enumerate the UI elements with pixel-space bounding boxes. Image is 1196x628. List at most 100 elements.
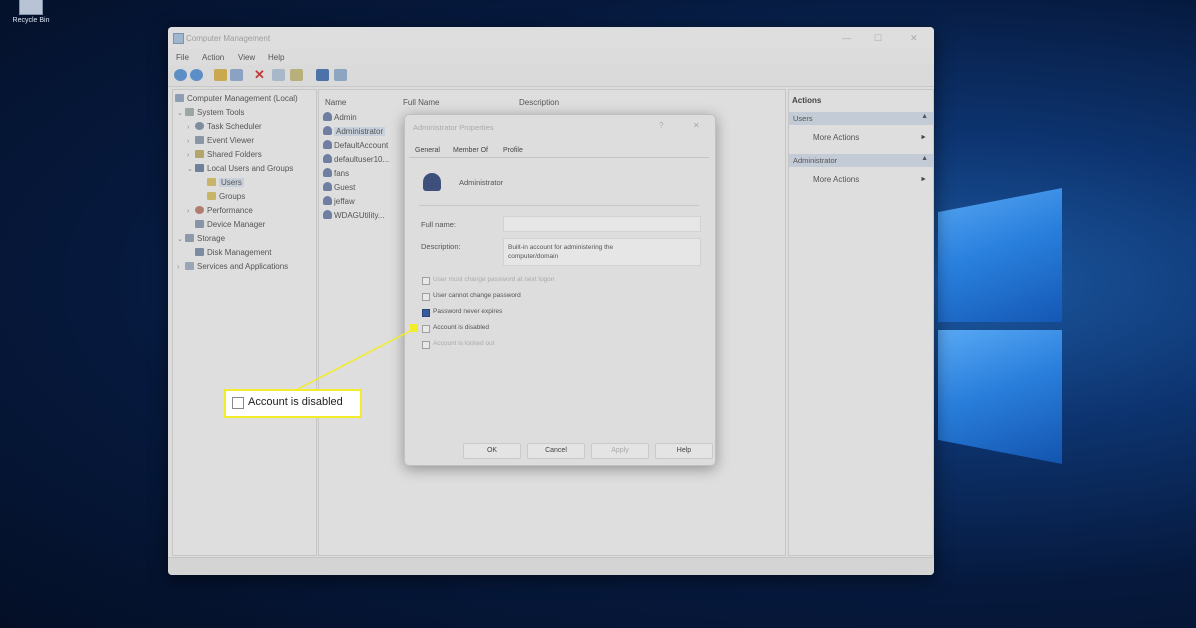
menu-file[interactable]: File [176,53,189,62]
column-header-name[interactable]: Name [325,98,346,107]
delete-icon[interactable]: ✕ [254,68,267,81]
device-manager-icon [195,220,204,228]
export-icon[interactable] [290,69,303,81]
actions-pane: Actions Users ▲ More Actions ► Administra… [788,89,934,556]
tree-event-viewer[interactable]: › Event Viewer [187,136,254,145]
cannot-change-label: User cannot change password [433,292,521,299]
menu-help[interactable]: Help [268,53,284,62]
chevron-down-icon[interactable]: ⌄ [187,165,195,173]
callout-label: Account is disabled [248,396,343,408]
column-header-full-name[interactable]: Full Name [403,98,439,107]
view-icon[interactable] [334,69,347,81]
user-icon [323,112,332,121]
user-row[interactable]: jeffaw [323,196,355,206]
windows-logo-pane-top [938,188,1062,322]
tab-general[interactable]: General [415,147,440,154]
checkbox-highlight [410,324,418,332]
full-name-field[interactable] [503,216,701,232]
tree-performance[interactable]: › Performance [187,206,253,215]
cannot-change-checkbox[interactable] [422,293,430,301]
user-row[interactable]: defaultuser10... [323,154,389,164]
chevron-right-icon[interactable]: › [177,264,185,271]
divider [419,205,699,206]
tree-root[interactable]: Computer Management (Local) [175,94,298,103]
tree-local-users-groups[interactable]: ⌄ Local Users and Groups [187,164,293,173]
user-icon [323,182,332,191]
recycle-bin-label: Recycle Bin [12,17,50,24]
chevron-right-icon[interactable]: › [187,152,195,159]
show-tree-icon[interactable] [230,69,243,81]
menu-view[interactable]: View [238,53,255,62]
tree-shared-folders[interactable]: › Shared Folders [187,150,262,159]
user-row[interactable]: Guest [323,182,355,192]
account-disabled-label: Account is disabled [433,324,490,331]
tree-users[interactable]: Users [207,178,244,187]
disk-icon [195,248,204,256]
console-tree: Computer Management (Local) ⌄ System Tool… [172,89,317,556]
must-change-label: User must change password at next logon [433,276,555,283]
more-actions-administrator[interactable]: More Actions [813,175,859,184]
user-row[interactable]: fans [323,168,349,178]
user-icon [323,168,332,177]
actions-section-administrator[interactable]: Administrator ▲ [789,154,933,167]
user-row[interactable]: DefaultAccount [323,140,388,150]
close-icon[interactable]: ✕ [693,121,700,130]
collapse-icon[interactable]: ▲ [921,155,928,162]
properties-icon[interactable] [272,69,285,81]
chevron-down-icon[interactable]: ⌄ [177,235,185,243]
windows-logo-pane-bottom [938,330,1062,464]
tree-disk-management[interactable]: Disk Management [195,248,271,257]
checkbox-icon [232,397,244,409]
chevron-right-icon[interactable]: › [187,208,195,215]
up-folder-icon[interactable] [214,69,227,81]
minimize-icon[interactable]: — [842,33,851,43]
apply-button[interactable]: Apply [591,443,649,459]
maximize-icon[interactable]: ☐ [874,33,882,44]
never-expires-label: Password never expires [433,308,503,315]
title-bar[interactable]: Computer Management — ☐ ✕ [168,27,934,49]
never-expires-checkbox[interactable] [422,309,430,317]
tree-device-manager[interactable]: Device Manager [195,220,265,229]
cancel-button[interactable]: Cancel [527,443,585,459]
user-icon [323,210,332,219]
tree-system-tools[interactable]: ⌄ System Tools [177,108,244,117]
close-icon[interactable]: ✕ [910,33,918,44]
tree-storage[interactable]: ⌄ Storage [177,234,225,243]
column-header-description[interactable]: Description [519,98,559,107]
tab-profile[interactable]: Profile [503,147,523,154]
description-field[interactable]: Built-in account for administering the c… [503,238,701,266]
back-icon[interactable] [174,69,187,81]
chevron-down-icon[interactable]: ⌄ [177,109,185,117]
locked-out-label: Account is locked out [433,340,495,347]
tab-member-of[interactable]: Member Of [453,147,488,154]
users-group-icon [195,164,204,172]
more-actions-users[interactable]: More Actions [813,133,859,142]
user-row[interactable]: Administrator [323,126,386,136]
chevron-right-icon[interactable]: › [187,124,195,131]
tree-task-scheduler[interactable]: › Task Scheduler [187,122,262,131]
computer-management-icon [173,33,184,44]
administrator-properties-dialog: Administrator Properties ? ✕ General Mem… [404,114,716,466]
account-name: Administrator [459,178,504,187]
description-value: Built-in account for administering the c… [508,244,614,260]
collapse-icon[interactable]: ▲ [921,113,928,120]
tree-groups[interactable]: Groups [207,192,245,201]
forward-icon[interactable] [190,69,203,81]
help-icon[interactable] [316,69,329,81]
must-change-checkbox [422,277,430,285]
tree-services-apps[interactable]: › Services and Applications [177,262,288,271]
user-icon [323,154,332,163]
locked-out-checkbox [422,341,430,349]
help-question-icon[interactable]: ? [659,121,663,130]
user-row[interactable]: WDAGUtility... [323,210,385,220]
actions-section-users[interactable]: Users ▲ [789,112,933,125]
menu-action[interactable]: Action [202,53,224,62]
help-button[interactable]: Help [655,443,713,459]
toolbar: ✕ [168,65,934,87]
recycle-bin-icon[interactable]: Recycle Bin [6,0,56,24]
description-label: Description: [421,242,461,251]
user-row[interactable]: Admin [323,112,357,122]
account-disabled-checkbox[interactable] [422,325,430,333]
ok-button[interactable]: OK [463,443,521,459]
chevron-right-icon[interactable]: › [187,138,195,145]
